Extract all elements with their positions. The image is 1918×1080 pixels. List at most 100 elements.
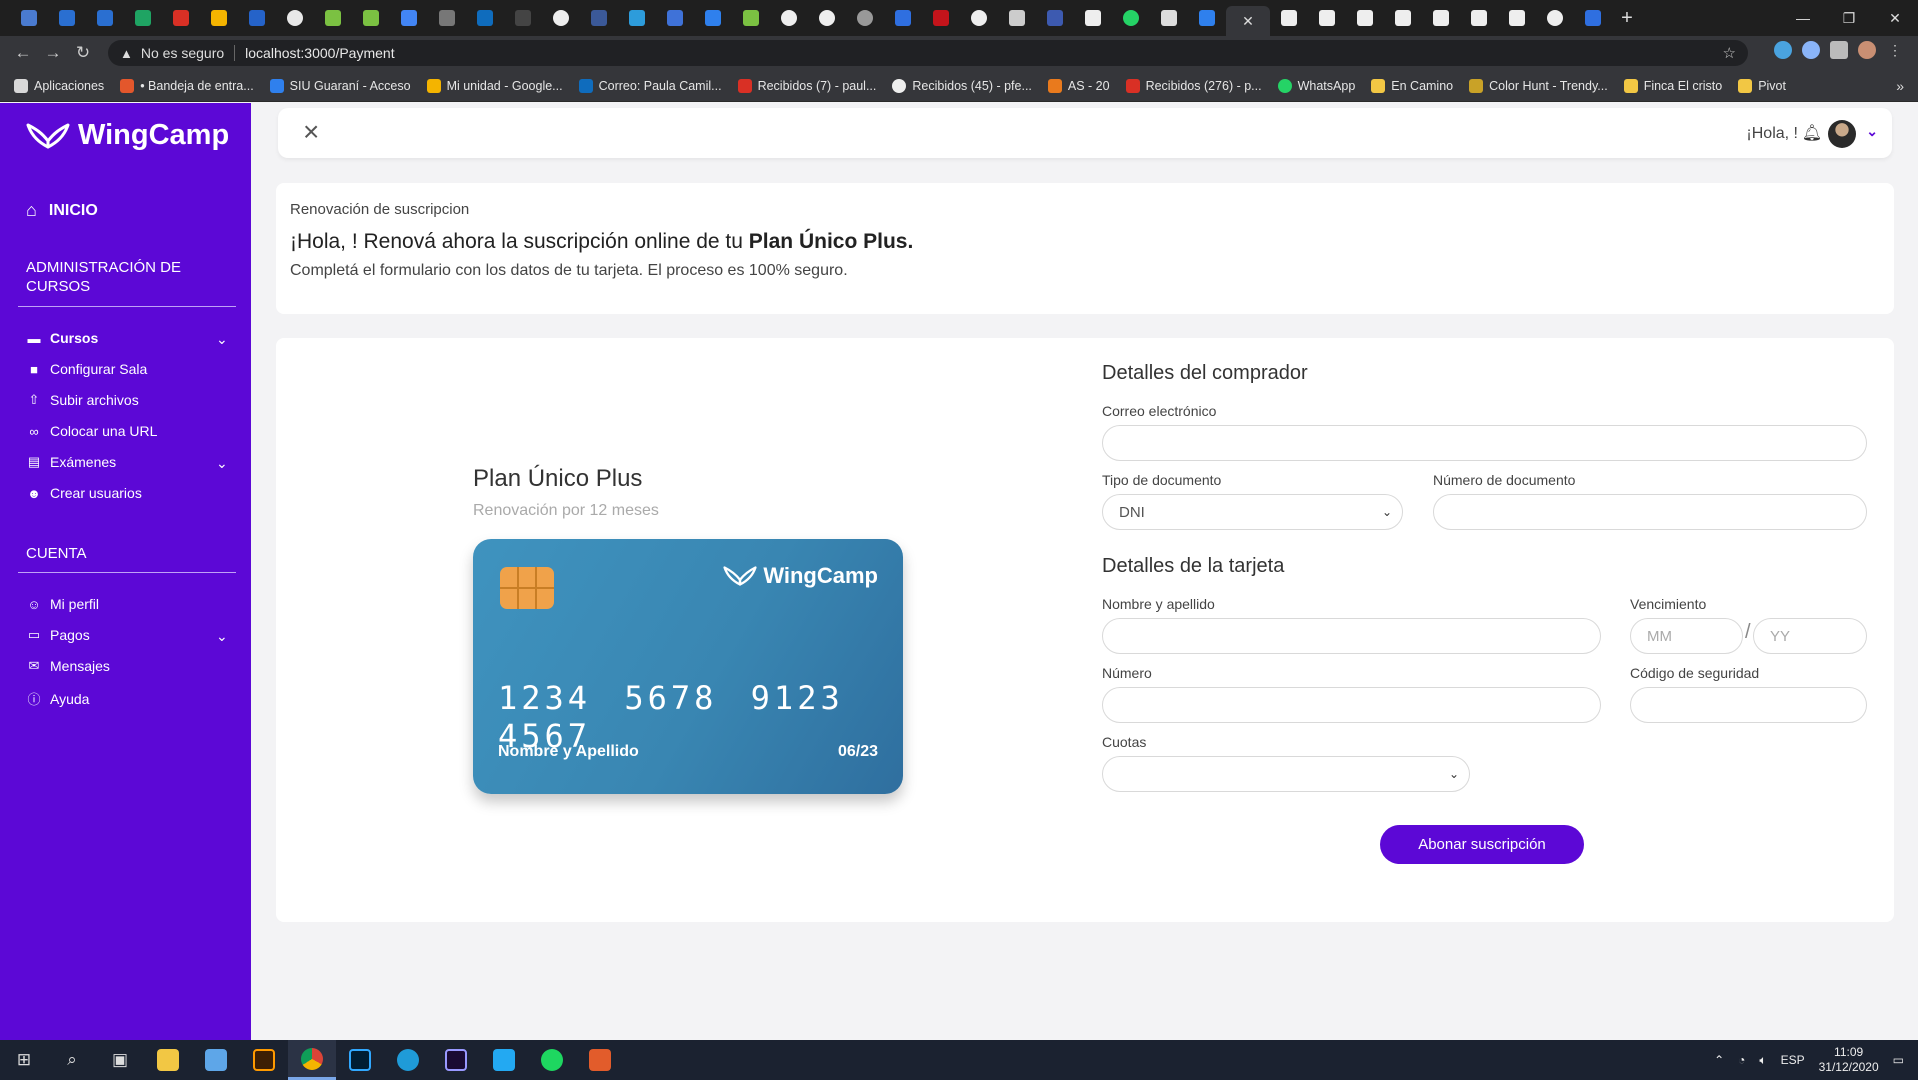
tab-favicon[interactable] <box>48 0 86 36</box>
tab-favicon[interactable] <box>466 0 504 36</box>
tab-favicon[interactable] <box>1498 0 1536 36</box>
windows-start-icon[interactable]: ⊞ <box>0 1040 48 1080</box>
illustrator-icon[interactable] <box>240 1040 288 1080</box>
bookmark-item[interactable]: Aplicaciones <box>14 78 104 93</box>
task-view-icon[interactable]: ▣ <box>96 1040 144 1080</box>
sidebar-item-examenes[interactable]: ▤ Exámenes <box>26 454 116 470</box>
sidebar-item-pagos[interactable]: ▭ Pagos <box>26 627 90 643</box>
tab-favicon[interactable] <box>846 0 884 36</box>
bookmark-item[interactable]: • Bandeja de entra... <box>120 78 254 93</box>
bookmark-item[interactable]: WhatsApp <box>1277 78 1355 93</box>
tab-favicon[interactable] <box>1308 0 1346 36</box>
tab-favicon[interactable] <box>352 0 390 36</box>
tab-favicon[interactable] <box>238 0 276 36</box>
tab-favicon[interactable] <box>922 0 960 36</box>
speaker-icon[interactable]: 🔈︎ <box>1759 1053 1766 1068</box>
close-icon[interactable]: × <box>303 118 319 146</box>
tab-favicon[interactable] <box>618 0 656 36</box>
back-icon[interactable]: ← <box>8 43 38 63</box>
tab-favicon[interactable] <box>1422 0 1460 36</box>
warning-icon[interactable]: ▲ <box>120 46 133 61</box>
chevron-down-icon[interactable]: ⌄ <box>216 331 228 348</box>
doc-number-field[interactable] <box>1433 494 1867 530</box>
kebab-menu-icon[interactable]: ⋮ <box>1886 41 1904 59</box>
tab-favicon[interactable] <box>542 0 580 36</box>
tab-favicon[interactable] <box>1536 0 1574 36</box>
tab-favicon[interactable] <box>732 0 770 36</box>
photoshop-icon[interactable] <box>336 1040 384 1080</box>
close-window-icon[interactable]: ✕ <box>1872 0 1918 36</box>
tab-favicon[interactable] <box>200 0 238 36</box>
sidebar-item-subir-archivos[interactable]: ⇧ Subir archivos <box>26 392 139 408</box>
tab-favicon[interactable] <box>580 0 618 36</box>
chevron-up-icon[interactable]: ⌃ <box>1714 1053 1724 1067</box>
tab-favicon[interactable] <box>656 0 694 36</box>
url-text[interactable]: localhost:3000/Payment <box>245 45 394 61</box>
tab-favicon[interactable] <box>1074 0 1112 36</box>
minimize-icon[interactable]: — <box>1780 0 1826 36</box>
app-icon[interactable] <box>192 1040 240 1080</box>
tab-favicon[interactable] <box>1460 0 1498 36</box>
after-effects-icon[interactable] <box>432 1040 480 1080</box>
sidebar-item-cursos[interactable]: ▬ Cursos <box>26 330 99 346</box>
omnibox[interactable]: ▲ No es seguro localhost:3000/Payment ☆ <box>108 40 1748 66</box>
tab-favicon[interactable] <box>1036 0 1074 36</box>
tab-close-icon[interactable]: ✕ <box>1242 13 1254 30</box>
sidebar-item-configurar-sala[interactable]: ■ Configurar Sala <box>26 361 147 377</box>
reload-icon[interactable]: ↻ <box>68 43 98 63</box>
bookmark-item[interactable]: En Camino <box>1371 78 1453 93</box>
tab-favicon[interactable] <box>314 0 352 36</box>
bookmark-item[interactable]: Mi unidad - Google... <box>426 78 563 93</box>
sidebar-item-inicio[interactable]: ⌂ INICIO <box>26 200 98 221</box>
forward-icon[interactable]: → <box>38 43 68 63</box>
brand-logo[interactable]: WingCamp <box>26 119 229 152</box>
email-field[interactable] <box>1102 425 1867 461</box>
tab-favicon[interactable] <box>504 0 542 36</box>
tab-favicon[interactable] <box>124 0 162 36</box>
tab-favicon[interactable] <box>1112 0 1150 36</box>
tab-favicon[interactable] <box>10 0 48 36</box>
security-label[interactable]: No es seguro <box>141 45 224 61</box>
tab-favicon[interactable] <box>694 0 732 36</box>
sidebar-item-mi-perfil[interactable]: ☺ Mi perfil <box>26 596 99 612</box>
chevron-down-icon[interactable]: ⌄ <box>216 455 228 472</box>
search-icon[interactable]: ⌕ <box>48 1040 96 1080</box>
tab-favicon[interactable] <box>770 0 808 36</box>
tab-favicon[interactable] <box>884 0 922 36</box>
card-number-field[interactable] <box>1102 687 1601 723</box>
language-indicator[interactable]: ESP <box>1781 1053 1805 1067</box>
profile-avatar[interactable] <box>1858 41 1876 59</box>
chevron-down-icon[interactable]: ⌄ <box>216 628 228 645</box>
bookmark-star-icon[interactable]: ☆ <box>1723 44 1736 62</box>
bookmark-item[interactable]: Finca El cristo <box>1623 78 1722 93</box>
tab-favicon[interactable] <box>1346 0 1384 36</box>
tab-favicon[interactable] <box>808 0 846 36</box>
sidebar-item-ayuda[interactable]: ⓘ Ayuda <box>26 689 89 708</box>
spotify-icon[interactable] <box>528 1040 576 1080</box>
tab-favicon[interactable] <box>998 0 1036 36</box>
vscode-icon[interactable] <box>480 1040 528 1080</box>
doc-type-select[interactable]: DNI ⌄ <box>1102 494 1403 530</box>
tab-favicon[interactable] <box>1270 0 1308 36</box>
bookmark-item[interactable]: Correo: Paula Camil... <box>578 78 722 93</box>
expiry-month-field[interactable]: MM <box>1630 618 1743 654</box>
tab-favicon[interactable] <box>1150 0 1188 36</box>
tab-favicon[interactable] <box>1188 0 1226 36</box>
clock[interactable]: 11:09 31/12/2020 <box>1819 1045 1879 1075</box>
active-tab[interactable]: ✕ <box>1226 6 1270 36</box>
tab-favicon[interactable] <box>428 0 466 36</box>
bookmark-item[interactable]: Recibidos (45) - pfe... <box>892 78 1032 93</box>
edge-icon[interactable] <box>384 1040 432 1080</box>
cvv-field[interactable] <box>1630 687 1867 723</box>
bookmark-item[interactable]: AS - 20 <box>1047 78 1110 93</box>
chrome-icon[interactable] <box>288 1040 336 1080</box>
tab-favicon[interactable] <box>1574 0 1612 36</box>
bookmark-item[interactable]: Recibidos (276) - p... <box>1125 78 1262 93</box>
bookmark-item[interactable]: Color Hunt - Trendy... <box>1469 78 1608 93</box>
file-explorer-icon[interactable] <box>144 1040 192 1080</box>
bookmark-item[interactable]: SIU Guaraní - Acceso <box>269 78 411 93</box>
puzzle-icon[interactable] <box>1830 41 1848 59</box>
shield-icon[interactable] <box>1802 41 1820 59</box>
cardholder-name-field[interactable] <box>1102 618 1601 654</box>
sidebar-item-mensajes[interactable]: ✉ Mensajes <box>26 658 110 674</box>
